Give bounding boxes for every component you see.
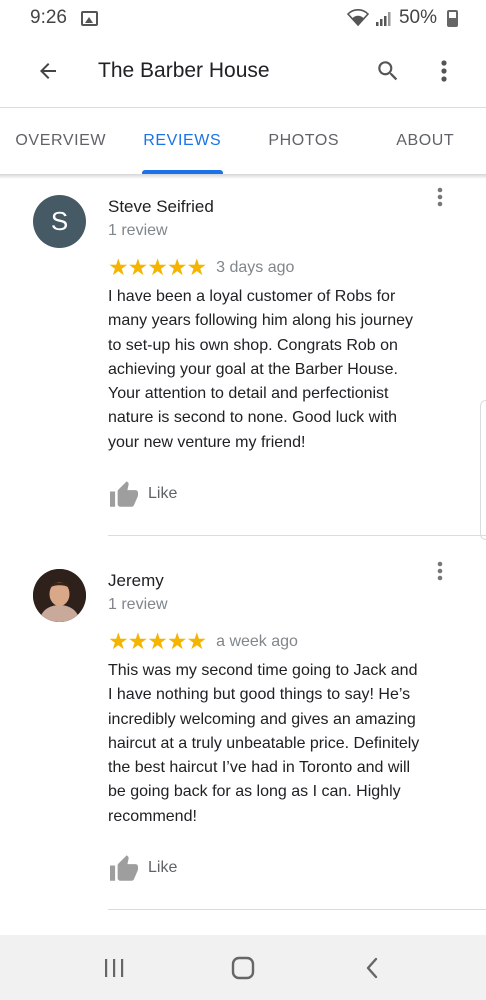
- app-bar: The Barber House: [0, 36, 486, 106]
- review-text-line: This was my second time going to Jack an…: [108, 662, 418, 679]
- more-vert-icon: [437, 561, 443, 581]
- recent-apps-button[interactable]: [84, 943, 144, 993]
- review-count: 1 review: [108, 222, 168, 239]
- tab-bar-shadow: [0, 174, 486, 179]
- tab-about[interactable]: ABOUT: [365, 108, 486, 174]
- like-button[interactable]: Like: [108, 480, 177, 508]
- star-rating: ★★★★★: [108, 254, 207, 280]
- avatar[interactable]: [33, 569, 86, 622]
- review-text-line: I have been a loyal customer of Robs for: [108, 288, 396, 305]
- review-text: I have been a loyal customer of Robs for…: [108, 285, 460, 455]
- home-icon: [231, 956, 255, 979]
- review-card: Jeremy 1 review ★★★★★ a week ago This wa…: [0, 554, 486, 914]
- back-arrow-icon: [40, 63, 56, 79]
- system-nav-bar: [0, 935, 486, 1000]
- more-options-button[interactable]: [420, 47, 468, 95]
- review-text-line: the best haircut I’ve had in Toronto and…: [108, 759, 411, 777]
- back-nav-button[interactable]: [342, 943, 402, 993]
- recent-apps-icon: [105, 958, 124, 977]
- status-indicators: 50%: [346, 7, 458, 29]
- review-text-line: recommend!: [108, 807, 197, 825]
- page-title: The Barber House: [98, 59, 270, 82]
- review-text-line: Your attention to detail and perfectioni…: [108, 385, 389, 403]
- review-date: a week ago: [216, 632, 298, 650]
- review-text-line: be going back for as long as I can. High…: [108, 783, 401, 801]
- like-label: Like: [148, 859, 178, 876]
- star-rating: ★★★★★: [108, 628, 207, 654]
- tab-reviews[interactable]: REVIEWS: [122, 108, 244, 174]
- review-text-line: incredibly welcoming and gives an amazin…: [108, 710, 416, 728]
- review-count: 1 review: [108, 596, 168, 613]
- review-text: This was my second time going to Jack an…: [108, 659, 460, 829]
- gallery-icon: [80, 10, 98, 26]
- avatar-letter: S: [50, 206, 69, 236]
- review-more-button[interactable]: [425, 556, 455, 586]
- review-card: S Steve Seifried 1 review ★★★★★ 3 days a…: [0, 180, 486, 540]
- tab-overview[interactable]: OVERVIEW: [0, 108, 122, 174]
- home-button[interactable]: [213, 943, 273, 993]
- thumbs-up-icon: [110, 481, 138, 507]
- tab-bar: OVERVIEW REVIEWS PHOTOS ABOUT: [0, 108, 486, 174]
- reviewer-name[interactable]: Steve Seifried: [108, 197, 214, 217]
- more-vert-icon: [441, 60, 447, 82]
- review-text-line: haircut at a truly unbeatable price. Def…: [108, 734, 420, 752]
- review-text-line: many years following him along his journ…: [108, 312, 414, 330]
- review-text-line: nature is second to none. Good luck with: [108, 409, 398, 427]
- more-vert-icon: [437, 187, 443, 207]
- status-time: 9:26: [30, 7, 67, 28]
- reviewer-name[interactable]: Jeremy: [108, 571, 164, 591]
- signal-icon: [375, 12, 391, 26]
- back-icon: [366, 957, 377, 978]
- avatar[interactable]: S: [33, 195, 86, 248]
- tab-photos[interactable]: PHOTOS: [243, 108, 365, 174]
- review-text-line: your new venture my friend!: [108, 433, 306, 451]
- like-label: Like: [148, 485, 178, 502]
- like-button[interactable]: Like: [108, 854, 177, 882]
- review-divider: [108, 535, 486, 536]
- profile-photo-icon: [33, 569, 86, 622]
- search-button[interactable]: [364, 47, 412, 95]
- battery-percent: 50%: [398, 7, 437, 28]
- review-date: 3 days ago: [216, 258, 295, 276]
- search-icon: [378, 61, 398, 81]
- thumbs-up-icon: [110, 855, 138, 881]
- status-bar: 9:26 50%: [0, 0, 486, 36]
- review-text-line: I have nothing but good things to say! H…: [108, 686, 411, 704]
- review-more-button[interactable]: [425, 182, 455, 212]
- rating-row: ★★★★★ 3 days ago: [108, 254, 294, 281]
- wifi-icon: [346, 9, 369, 27]
- edge-panel-handle[interactable]: [480, 400, 486, 540]
- review-divider: [108, 909, 486, 910]
- rating-row: ★★★★★ a week ago: [108, 628, 298, 655]
- battery-icon: [447, 9, 458, 27]
- back-button[interactable]: [20, 43, 76, 99]
- review-text-line: to set-up his own shop. Congrats Rob on: [108, 336, 398, 354]
- review-text-line: achieving your goal at the Barber House.: [108, 360, 398, 378]
